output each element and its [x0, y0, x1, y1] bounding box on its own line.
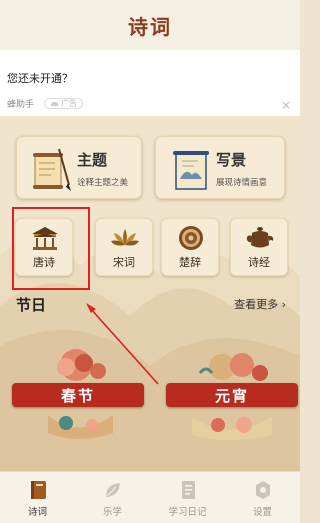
tab-label: 诗词 — [27, 507, 47, 518]
notebook-icon — [181, 481, 195, 499]
festival-ribbon: 元宵 — [166, 383, 298, 407]
ad-brand: 蜂助手 — [7, 100, 35, 110]
leaf-icon — [105, 483, 120, 497]
ad-question: 您还未开通？ — [7, 72, 73, 85]
card-subtitle: 诠释主题之美 — [77, 178, 129, 188]
category-shijing[interactable]: 诗经 — [230, 218, 288, 276]
tab-diary[interactable]: 学习日记 — [150, 472, 225, 523]
category-label: 宋词 — [113, 256, 135, 269]
category-songci[interactable]: 宋词 — [95, 218, 153, 276]
tab-label: 设置 — [252, 507, 272, 518]
seal-icon — [179, 226, 203, 250]
ad-badge-label: 广告 — [61, 99, 78, 108]
app-header: 诗词 — [0, 0, 300, 50]
category-chuci[interactable]: 楚辞 — [161, 218, 219, 276]
ad-close-button[interactable]: × — [281, 98, 291, 112]
festival-lantern[interactable]: 元宵 — [166, 345, 298, 440]
highlight-box — [12, 207, 90, 290]
tab-label: 学习日记 — [168, 507, 207, 518]
scroll-brush-icon — [33, 148, 71, 191]
bottom-tab-bar: 诗词 乐学 学习日记 设置 — [0, 471, 300, 523]
tab-learn[interactable]: 乐学 — [75, 472, 150, 523]
painting-scroll-icon — [173, 151, 209, 190]
festival-spring[interactable]: 春节 — [12, 345, 144, 440]
ad-badge: 广告 — [44, 98, 84, 109]
page-title: 诗词 — [128, 14, 172, 39]
festival-label: 春节 — [60, 386, 95, 405]
lotus-icon — [111, 229, 139, 246]
card-theme[interactable]: 主题 诠释主题之美 — [16, 136, 142, 199]
card-scenery[interactable]: 写景 展现诗情画意 — [155, 136, 285, 199]
section-title: 节日 — [16, 296, 47, 314]
tab-label: 乐学 — [102, 507, 122, 518]
card-title: 主题 — [77, 151, 108, 169]
ad-banner[interactable]: 您还未开通？ 蜂助手 广告 × — [0, 50, 300, 116]
cloud-icon — [50, 101, 59, 106]
category-label: 楚辞 — [179, 256, 201, 269]
tab-settings[interactable]: 设置 — [225, 472, 300, 523]
gear-icon — [255, 481, 270, 499]
teapot-icon — [246, 227, 274, 248]
festival-label: 元宵 — [214, 386, 249, 405]
card-title: 写景 — [216, 151, 247, 169]
category-label: 诗经 — [248, 256, 270, 269]
festival-ribbon: 春节 — [12, 383, 144, 407]
book-icon — [30, 481, 46, 499]
ad-meta: 蜂助手 广告 — [7, 97, 84, 110]
see-more-link[interactable]: 查看更多 › — [234, 296, 286, 312]
tab-poetry[interactable]: 诗词 — [0, 472, 75, 523]
card-subtitle: 展现诗情画意 — [216, 178, 268, 188]
